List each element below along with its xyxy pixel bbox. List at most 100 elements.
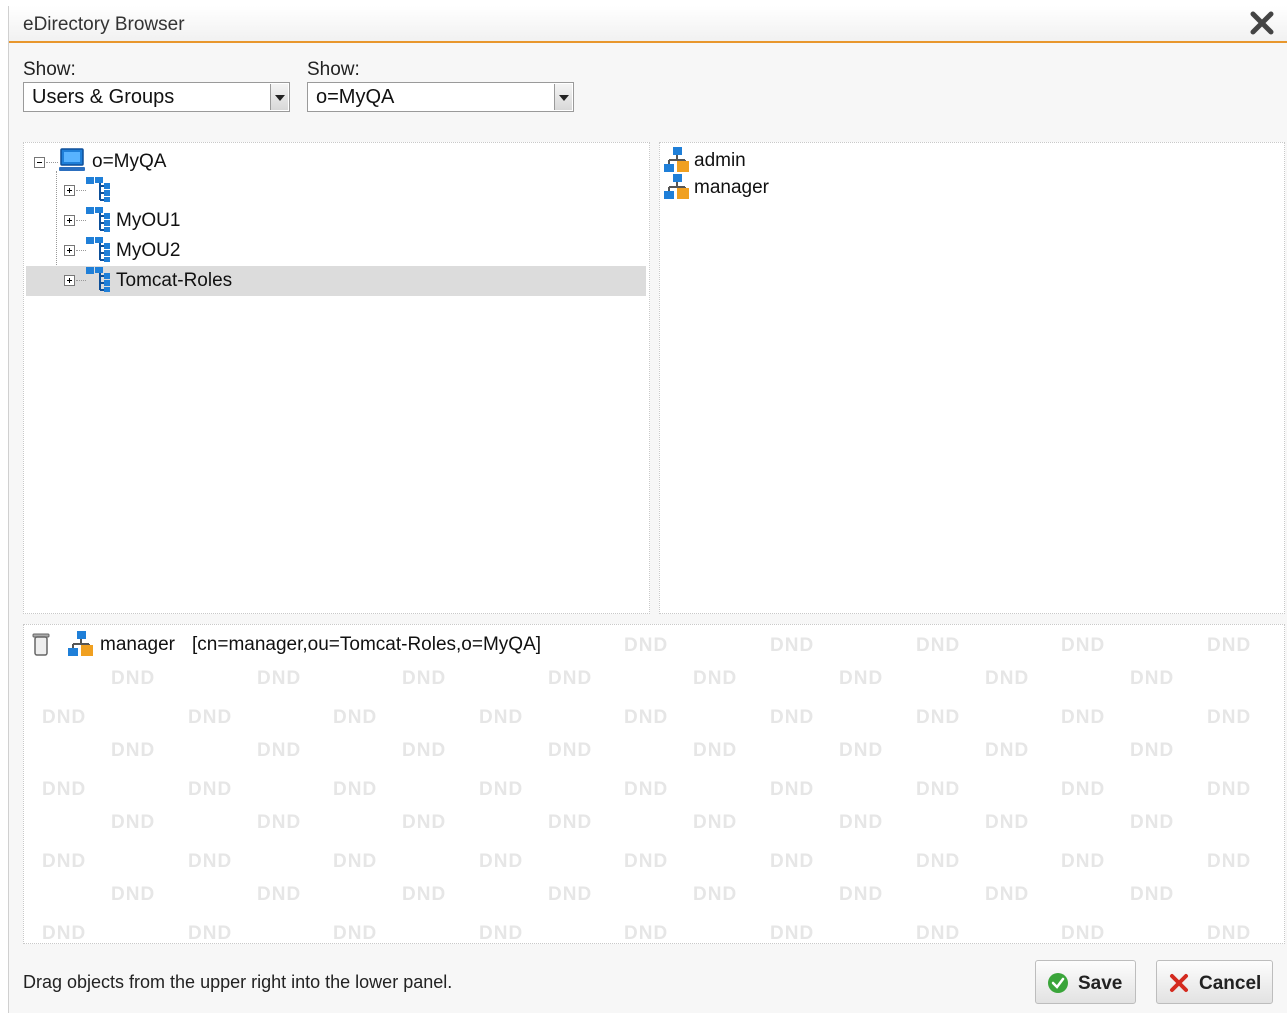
dnd-watermark: DND — [693, 740, 738, 761]
dnd-watermark: DND — [1061, 779, 1106, 800]
close-button[interactable] — [1248, 9, 1276, 37]
dnd-watermark: DND — [1207, 635, 1252, 656]
dnd-watermark: DND — [257, 884, 302, 905]
dnd-watermark: DND — [548, 812, 593, 833]
tree-node-label: MyOU1 — [116, 210, 181, 231]
check-icon — [1048, 973, 1068, 993]
dnd-watermark: DND — [333, 707, 378, 728]
dnd-watermark: DND — [985, 668, 1030, 689]
object-type-value: Users & Groups — [32, 86, 175, 108]
objects-panel[interactable]: admin manager — [659, 142, 1285, 614]
dnd-watermark: DND — [693, 668, 738, 689]
expand-icon[interactable] — [64, 185, 75, 196]
expand-icon[interactable] — [64, 275, 75, 286]
dnd-watermark: DND — [479, 707, 524, 728]
dnd-watermark: DND — [111, 884, 156, 905]
dnd-watermark: DND — [1130, 740, 1175, 761]
title-bar: eDirectory Browser — [9, 6, 1287, 43]
close-icon[interactable] — [1248, 9, 1276, 37]
computer-icon — [59, 148, 85, 171]
dialog-title: eDirectory Browser — [23, 14, 185, 35]
collapse-icon[interactable] — [34, 157, 45, 168]
dnd-watermark: DND — [624, 635, 669, 656]
dnd-watermark: DND — [333, 923, 378, 944]
chevron-down-icon[interactable] — [554, 84, 572, 110]
dnd-watermark: DND — [42, 851, 87, 872]
show-label-2: Show: — [307, 59, 360, 80]
tree-node-tomcat-roles[interactable]: Tomcat-Roles — [26, 266, 646, 296]
dnd-watermark: DND — [839, 668, 884, 689]
dnd-watermark: DND — [916, 779, 961, 800]
dnd-watermark: DND — [624, 779, 669, 800]
org-unit-icon — [86, 177, 110, 202]
dnd-watermark: DND — [916, 851, 961, 872]
tree-node-myou1[interactable]: MyOU1 — [26, 206, 646, 236]
expand-icon[interactable] — [64, 245, 75, 256]
dnd-watermark: DND — [479, 779, 524, 800]
dnd-watermark: DND — [839, 812, 884, 833]
selected-item-dn: [cn=manager,ou=Tomcat-Roles,o=MyQA] — [192, 634, 542, 655]
dnd-watermark: DND — [624, 707, 669, 728]
tree-node-ou[interactable] — [26, 176, 646, 206]
dnd-watermark: DND — [770, 707, 815, 728]
group-icon — [664, 147, 689, 172]
chevron-down-icon[interactable] — [270, 84, 288, 110]
drag-hint: Drag objects from the upper right into t… — [23, 972, 453, 992]
dnd-watermark: DND — [1207, 923, 1252, 944]
dnd-watermark: DND — [402, 884, 447, 905]
dnd-watermark: DND — [333, 779, 378, 800]
dnd-watermark: DND — [770, 923, 815, 944]
dnd-watermark: DND — [257, 740, 302, 761]
selected-item-name: manager — [100, 634, 175, 655]
dnd-watermark: DND — [188, 779, 233, 800]
dnd-watermark: DND — [479, 923, 524, 944]
dnd-watermark: DND — [548, 740, 593, 761]
dnd-watermark: DND — [1207, 851, 1252, 872]
context-select[interactable]: o=MyQA — [307, 82, 574, 112]
dnd-watermark: DND — [770, 635, 815, 656]
tree-node-root[interactable]: o=MyQA — [26, 147, 646, 177]
dnd-watermark: DND — [916, 707, 961, 728]
close-icon — [1170, 974, 1188, 992]
tree-panel[interactable]: o=MyQA MyOU1 MyOU2 Tomcat-Roles — [23, 142, 650, 614]
dnd-watermark: DND — [1207, 707, 1252, 728]
object-type-select[interactable]: Users & Groups — [23, 82, 290, 112]
tree-node-label: MyOU2 — [116, 240, 181, 261]
dnd-watermark: DND — [333, 851, 378, 872]
save-button[interactable]: Save — [1035, 960, 1136, 1004]
dnd-watermark: DND — [1130, 668, 1175, 689]
edirectory-browser-dialog: eDirectory Browser Show: Users & Groups … — [8, 6, 1287, 1013]
dnd-watermark: DND — [916, 923, 961, 944]
list-item-label: manager — [694, 177, 769, 198]
show-label-1: Show: — [23, 59, 76, 80]
dnd-watermark: DND — [257, 668, 302, 689]
dnd-watermark: DND — [1130, 812, 1175, 833]
trash-icon[interactable] — [32, 632, 50, 656]
dnd-watermark: DND — [111, 668, 156, 689]
dnd-watermark: DND — [985, 812, 1030, 833]
dnd-watermark: DND — [1061, 851, 1106, 872]
expand-icon[interactable] — [64, 215, 75, 226]
dnd-watermark: DND — [1061, 635, 1106, 656]
dnd-watermark: DND — [1207, 779, 1252, 800]
dnd-watermark: DND — [548, 884, 593, 905]
dnd-watermark: DND — [916, 635, 961, 656]
drop-panel[interactable]: DND DND DND DND DND DND DND DND DND DND DND DND DND D… — [23, 624, 1285, 944]
dnd-watermark: DND — [693, 812, 738, 833]
dnd-watermark: DND — [1061, 707, 1106, 728]
dnd-watermark: DND — [402, 668, 447, 689]
dnd-watermark: DND — [188, 707, 233, 728]
dnd-watermark: DND — [188, 923, 233, 944]
group-icon — [68, 631, 93, 656]
dnd-watermark: DND — [693, 884, 738, 905]
dnd-watermark: DND — [985, 740, 1030, 761]
tree-node-myou2[interactable]: MyOU2 — [26, 236, 646, 266]
context-value: o=MyQA — [316, 86, 395, 108]
list-item-label: admin — [694, 150, 746, 171]
cancel-button[interactable]: Cancel — [1156, 960, 1273, 1004]
save-label: Save — [1078, 973, 1123, 994]
dnd-watermark: DND — [479, 851, 524, 872]
dnd-watermark: DND — [42, 923, 87, 944]
dnd-watermark: DND — [42, 779, 87, 800]
dnd-watermark: DND — [839, 740, 884, 761]
